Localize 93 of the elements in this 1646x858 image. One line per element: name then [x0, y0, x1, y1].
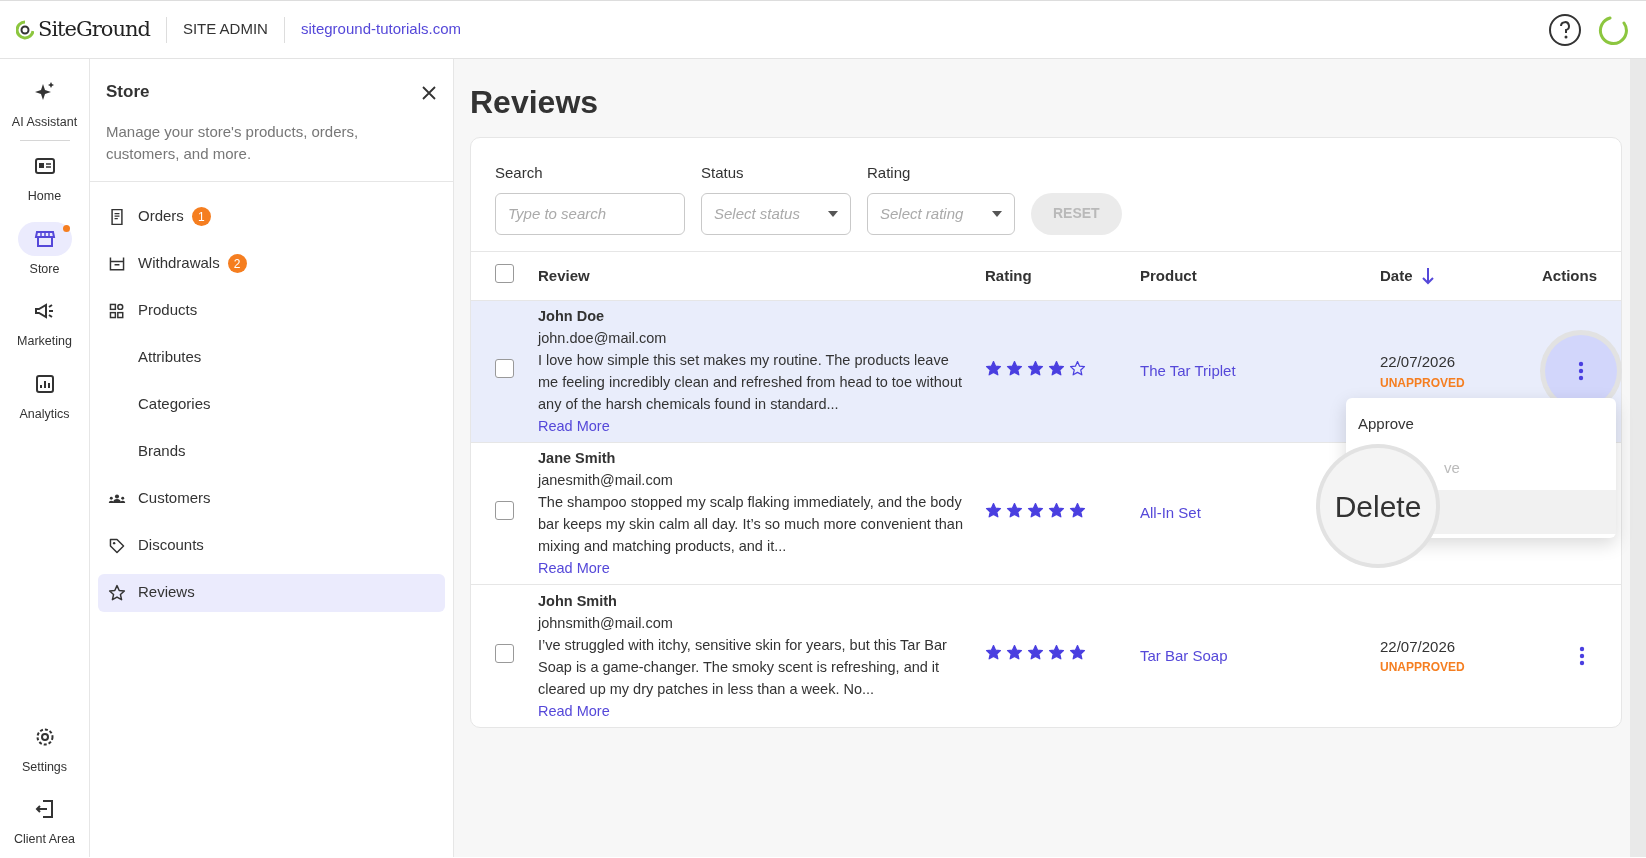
filled-star-icon — [1069, 644, 1086, 662]
exit-icon — [33, 798, 56, 821]
kebab-icon — [1578, 361, 1584, 382]
review-text: I love how simple this set makes my routine. The products leave me feeling incredibly clean and refreshed from head to toe without any of the harsh chemicals found in standard... — [538, 351, 963, 415]
review-date: 22/07/2026 — [1380, 636, 1457, 657]
panel-description: Manage your store's products, orders, customers, and more. — [106, 121, 360, 164]
row-checkbox[interactable] — [495, 643, 514, 663]
panel-nav-item[interactable]: Reviews — [98, 573, 445, 612]
filled-star-icon — [1048, 644, 1065, 662]
count-badge: 2 — [227, 254, 247, 273]
filled-star-icon — [1006, 644, 1023, 662]
rail-item[interactable]: Settings — [0, 719, 90, 777]
filled-star-icon — [985, 501, 1002, 519]
review-text: The shampoo stopped my scalp flaking immediately, and the body bar keeps my skin calm all day. It’s so much more convenient than mixing and matching products, and it... — [538, 493, 964, 557]
select-all-checkbox[interactable] — [495, 263, 514, 283]
panel-nav-item[interactable]: Withdrawals 2 — [98, 244, 445, 283]
grid-icon — [108, 301, 126, 320]
filled-star-icon — [1006, 359, 1023, 377]
nav-label: Discounts — [138, 535, 204, 556]
read-more-link[interactable]: Read More — [538, 702, 610, 719]
panel-nav-item[interactable]: Attributes — [98, 338, 445, 377]
rail-item[interactable]: Analytics — [0, 367, 90, 424]
panel-nav-item[interactable]: Products — [98, 291, 445, 330]
panel-nav-item[interactable]: Discounts — [98, 526, 445, 565]
field-label: Rating — [867, 163, 912, 184]
panel-nav-item[interactable]: Brands — [98, 432, 445, 471]
nav-label: Customers — [138, 488, 211, 509]
sort-arrow-icon[interactable] — [1420, 266, 1435, 285]
nav-label: Orders — [138, 206, 184, 227]
filled-star-icon — [1006, 501, 1023, 519]
column-header: Rating — [985, 265, 1032, 286]
nav-label: Attributes — [138, 347, 202, 368]
rail-item[interactable]: Home — [0, 148, 90, 206]
filled-star-icon — [985, 644, 1002, 662]
row-checkbox[interactable] — [495, 359, 514, 379]
filled-star-icon — [1069, 501, 1086, 519]
site-link[interactable]: siteground-tutorials.com — [300, 18, 461, 41]
panel-nav-item[interactable]: Categories — [98, 385, 445, 424]
nav-label: Withdrawals — [138, 253, 220, 274]
filled-star-icon — [1048, 359, 1065, 377]
empty-star-icon — [1069, 359, 1086, 377]
nav-label: Reviews — [138, 582, 195, 603]
panel-nav-item[interactable]: Customers — [98, 479, 445, 518]
help-button[interactable] — [1548, 12, 1582, 47]
rail-item[interactable]: AI Assistant — [0, 75, 90, 132]
read-more-link[interactable]: Read More — [538, 560, 610, 577]
count-badge: 1 — [191, 207, 211, 226]
column-header: Actions — [1542, 265, 1597, 286]
chart-icon — [33, 373, 56, 395]
column-header: Date — [1380, 265, 1413, 286]
logo-text: SiteGround — [38, 15, 150, 43]
reviewer-email: johnsmith@mail.com — [538, 613, 674, 633]
reviewer-email: john.doe@mail.com — [538, 329, 668, 349]
tray-icon — [108, 254, 126, 273]
filled-star-icon — [1048, 501, 1065, 519]
status-label: UNAPPROVED — [1380, 374, 1466, 392]
column-header: Review — [538, 265, 590, 286]
reviewer-name: John Smith — [538, 591, 618, 611]
filled-star-icon — [1027, 501, 1044, 519]
reviewer-name: Jane Smith — [538, 449, 617, 469]
page-title: Reviews — [470, 83, 600, 122]
star-icon — [108, 583, 126, 602]
rail-item[interactable]: Client Area — [0, 792, 90, 849]
nav-label: Categories — [138, 394, 211, 415]
column-header: Product — [1140, 265, 1197, 286]
review-text: I’ve struggled with itchy, sensitive skin for years, but this Tar Bar Soap is a game-changer. The smoky scent is refreshing, and it cleared up my dry patches in less than a week. No... — [538, 635, 948, 699]
filled-star-icon — [1027, 359, 1044, 377]
filled-star-icon — [1027, 644, 1044, 662]
tag-icon — [108, 536, 126, 555]
field-label: Status — [701, 163, 745, 184]
reviewer-name: John Doe — [538, 307, 606, 327]
field-label: Search — [495, 163, 544, 184]
nav-label: Products — [138, 300, 198, 321]
nav-label: Brands — [138, 441, 186, 462]
receipt-icon — [108, 207, 126, 226]
menu-item[interactable]: Approve — [1346, 402, 1616, 446]
product-link[interactable]: The Tar Triplet — [1140, 362, 1236, 380]
panel-title: Store — [106, 81, 150, 103]
reviewer-email: janesmith@mail.com — [538, 471, 674, 491]
panel-nav-item[interactable]: Orders 1 — [98, 197, 445, 236]
read-more-link[interactable]: Read More — [538, 418, 610, 435]
filled-star-icon — [985, 359, 1002, 377]
logo-swirl-icon — [16, 19, 34, 40]
section-title: SITE ADMIN — [182, 19, 268, 40]
kebab-icon — [1579, 645, 1585, 666]
status-label: UNAPPROVED — [1380, 659, 1466, 677]
product-link[interactable]: All-In Set — [1140, 504, 1201, 522]
review-date: 22/07/2026 — [1380, 352, 1457, 373]
search-field[interactable]: Type to search — [495, 192, 685, 235]
row-checkbox[interactable] — [495, 501, 514, 521]
rail-item[interactable]: Marketing — [0, 294, 90, 351]
product-link[interactable]: Tar Bar Soap — [1140, 646, 1228, 664]
rail-item[interactable]: Store — [0, 221, 90, 279]
